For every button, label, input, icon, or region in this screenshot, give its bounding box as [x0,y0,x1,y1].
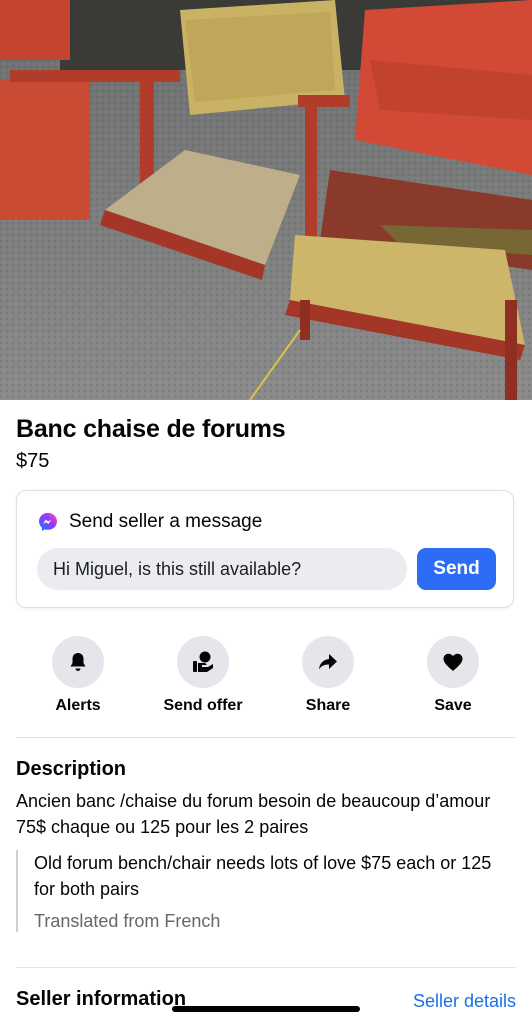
description-text: Ancien banc /chaise du forum besoin de b… [16,791,491,837]
listing-photo-image [0,0,532,400]
share-icon-circle [302,636,354,688]
send-offer-icon-circle [177,636,229,688]
divider [16,967,516,968]
listing-title: Banc chaise de forums [16,415,286,443]
share-icon [319,654,337,670]
send-offer-label: Send offer [163,697,243,714]
translation-block: Old forum bench/chair needs lots of love… [16,850,518,932]
save-icon-circle [427,636,479,688]
description-heading: Description [16,758,127,780]
send-button[interactable]: Send [417,548,496,590]
divider [16,737,516,738]
seller-details-link[interactable]: Seller details [413,991,516,1012]
message-header: Send seller a message [37,511,262,533]
heart-icon [443,653,463,671]
share-button[interactable]: Share [268,636,388,715]
bell-icon [70,653,86,671]
send-offer-icon [193,651,213,672]
messenger-icon [39,512,57,531]
send-offer-button[interactable]: Send offer [143,636,263,715]
translation-note[interactable]: Translated from French [34,911,220,932]
alerts-icon-circle [52,636,104,688]
save-button[interactable]: Save [393,636,513,715]
alerts-label: Alerts [55,697,101,714]
translation-text: Old forum bench/chair needs lots of love… [34,853,492,899]
home-indicator[interactable] [172,1006,360,1012]
share-label: Share [305,697,351,714]
message-heading: Send seller a message [69,511,263,532]
save-label: Save [434,697,472,714]
message-seller-card: Send seller a message Hi Miguel, is this… [16,490,514,608]
listing-price: $75 [16,450,50,472]
message-input[interactable]: Hi Miguel, is this still available? [37,548,407,590]
action-bar: Alerts Send offer Share Save [0,636,532,720]
listing-photo[interactable] [0,0,532,400]
seller-info-heading: Seller information [16,988,187,1010]
alerts-button[interactable]: Alerts [18,636,138,715]
